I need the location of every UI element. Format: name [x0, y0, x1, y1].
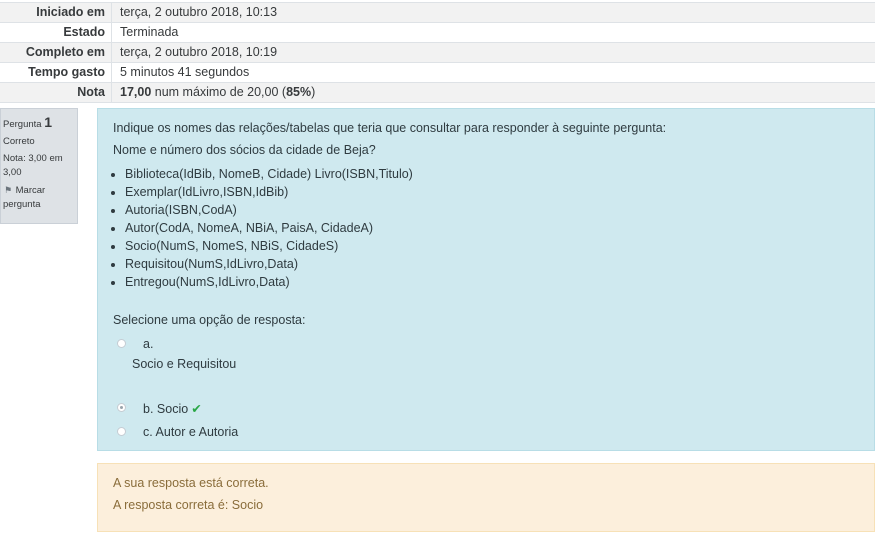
question-number-prefix: Pergunta	[3, 119, 45, 130]
summary-value: Terminada	[111, 23, 875, 42]
radio-button[interactable]	[117, 339, 126, 348]
question-grade: Nota: 3,00 em 3,00	[3, 153, 63, 178]
summary-label: Completo em	[25, 45, 105, 59]
flag-question-link[interactable]: ⚑ Marcar pergunta	[3, 183, 75, 212]
radio-button-checked[interactable]	[117, 403, 126, 412]
grade-middle: num máximo de 20,00 (	[151, 85, 287, 99]
question-content: Indique os nomes das relações/tabelas qu…	[97, 108, 875, 451]
summary-grade-value: 17,00 num máximo de 20,00 (85%)	[111, 83, 875, 102]
summary-row-completed: Completo em terça, 2 outubro 2018, 10:19	[0, 42, 875, 62]
list-item: Socio(NumS, NomeS, NBiS, CidadeS)	[125, 237, 859, 255]
option-letter: c.	[143, 425, 153, 439]
question-subtext: Nome e número dos sócios da cidade de Be…	[113, 143, 376, 157]
feedback-right-answer: A resposta correta é: Socio	[113, 498, 264, 512]
answer-option-c[interactable]: c. Autor e Autoria	[113, 425, 859, 439]
question-text: Indique os nomes das relações/tabelas qu…	[113, 121, 667, 135]
list-item: Requisitou(NumS,IdLivro,Data)	[125, 255, 859, 273]
option-a-text: Socio e Requisitou	[132, 357, 237, 371]
summary-label: Nota	[77, 85, 105, 99]
option-letter: b.	[143, 402, 154, 416]
list-item: Autoria(ISBN,CodA)	[125, 201, 859, 219]
summary-row-state: Estado Terminada	[0, 22, 875, 42]
answer-option-a[interactable]: a.	[113, 337, 859, 351]
check-icon: ✔	[191, 402, 202, 416]
answer-feedback: A sua resposta está correta. A resposta …	[97, 463, 875, 532]
question-number: Pergunta 1	[3, 115, 75, 132]
summary-row-grade: Nota 17,00 num máximo de 20,00 (85%)	[0, 82, 875, 103]
question-state: Correto	[3, 136, 35, 147]
answer-option-b[interactable]: b. Socio ✔	[113, 401, 859, 416]
summary-label: Estado	[63, 25, 105, 39]
question-number-value: 1	[44, 114, 52, 130]
list-item: Autor(CodA, NomeA, NBiA, PaisA, CidadeA)	[125, 219, 859, 237]
grade-score: 17,00	[120, 85, 152, 99]
summary-value: terça, 2 outubro 2018, 10:13	[111, 3, 875, 22]
option-text: Autor e Autoria	[155, 425, 239, 439]
grade-end: )	[311, 85, 316, 99]
list-item: Exemplar(IdLivro,ISBN,IdBib)	[125, 183, 859, 201]
summary-value: terça, 2 outubro 2018, 10:19	[111, 43, 875, 62]
grade-percent: 85%	[286, 85, 312, 99]
flag-icon: ⚑	[3, 185, 13, 195]
summary-row-time-taken: Tempo gasto 5 minutos 41 segundos	[0, 62, 875, 82]
question-info-panel: Pergunta 1 Correto Nota: 3,00 em 3,00 ⚑ …	[0, 108, 78, 224]
list-item: Entregou(NumS,IdLivro,Data)	[125, 273, 859, 291]
summary-label: Tempo gasto	[28, 65, 105, 79]
radio-button[interactable]	[117, 427, 126, 436]
option-text: Socio	[156, 402, 189, 416]
option-letter: a.	[143, 337, 154, 351]
summary-row-started: Iniciado em terça, 2 outubro 2018, 10:13	[0, 2, 875, 22]
list-item: Biblioteca(IdBib, NomeB, Cidade) Livro(I…	[125, 165, 859, 183]
answer-prompt: Selecione uma opção de resposta:	[113, 313, 306, 327]
relations-list: Biblioteca(IdBib, NomeB, Cidade) Livro(I…	[113, 165, 859, 291]
attempt-summary-table: Iniciado em terça, 2 outubro 2018, 10:13…	[0, 2, 875, 103]
feedback-correct: A sua resposta está correta.	[113, 476, 269, 490]
summary-label: Iniciado em	[36, 5, 105, 19]
summary-value: 5 minutos 41 segundos	[111, 63, 875, 82]
